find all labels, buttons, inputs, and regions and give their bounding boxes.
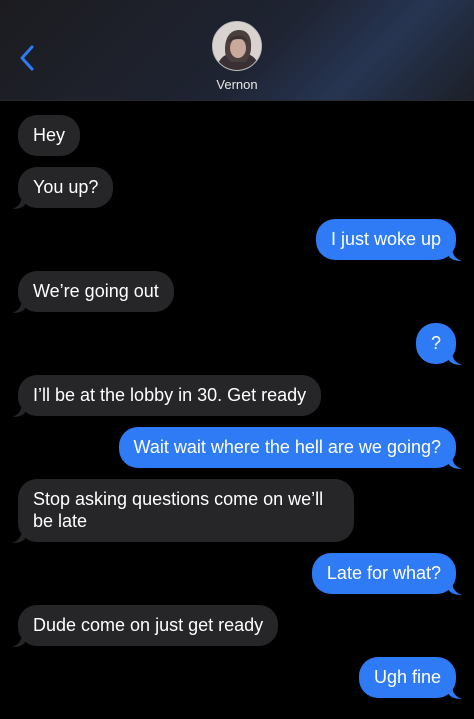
message-text: I just woke up	[330, 229, 441, 249]
bubble-tail	[448, 581, 462, 595]
bubble-tail	[448, 455, 462, 469]
message-text: We’re going out	[33, 281, 159, 301]
outgoing-message[interactable]: I just woke up	[315, 219, 456, 260]
conversation-header: Vernon	[0, 0, 474, 101]
bubble-tail	[448, 685, 462, 699]
contact-avatar[interactable]	[212, 21, 262, 71]
message-text: Wait wait where the hell are we going?	[133, 437, 442, 457]
incoming-message[interactable]: You up?	[18, 167, 114, 208]
message-text: Hey	[33, 125, 66, 145]
bubble-tail	[448, 351, 462, 365]
bubble-tail	[12, 633, 26, 647]
outgoing-message[interactable]: Late for what?	[311, 553, 456, 594]
bubble-tail	[12, 529, 26, 543]
outgoing-message[interactable]: Wait wait where the hell are we going?	[118, 427, 456, 468]
message-text: I’ll be at the lobby in 30. Get ready	[33, 385, 307, 405]
incoming-message[interactable]: We’re going out	[18, 271, 174, 312]
message-text: Dude come on just get ready	[33, 615, 264, 635]
contact-name[interactable]: Vernon	[0, 77, 474, 92]
message-text: Stop asking questions come on we’ll be l…	[33, 489, 324, 531]
bubble-tail	[448, 247, 462, 261]
incoming-message[interactable]: Hey	[18, 115, 81, 156]
avatar-photo	[213, 22, 261, 70]
incoming-message[interactable]: Dude come on just get ready	[18, 605, 279, 646]
incoming-message[interactable]: Stop asking questions come on we’ll be l…	[18, 479, 354, 542]
message-text: ?	[430, 333, 441, 353]
bubble-tail	[12, 299, 26, 313]
message-text: You up?	[33, 177, 99, 197]
chevron-left-icon	[20, 45, 34, 71]
message-text: Ugh fine	[373, 667, 441, 687]
bubble-tail	[12, 403, 26, 417]
message-text: Late for what?	[326, 563, 441, 583]
bubble-tail	[12, 195, 26, 209]
back-button[interactable]	[14, 42, 42, 74]
outgoing-message[interactable]: Ugh fine	[358, 657, 456, 698]
incoming-message[interactable]: I’ll be at the lobby in 30. Get ready	[18, 375, 322, 416]
